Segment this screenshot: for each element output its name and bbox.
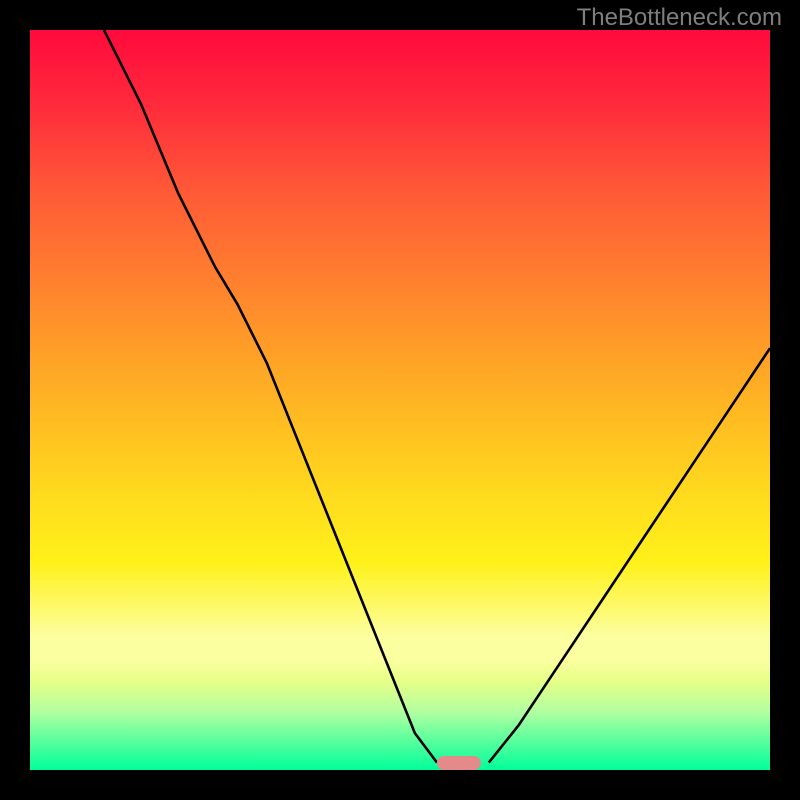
left-curve-path: [104, 30, 437, 763]
chart-plot-area: [30, 30, 770, 770]
right-curve-path: [489, 348, 770, 762]
chart-curves-svg: [30, 30, 770, 770]
watermark-text: TheBottleneck.com: [577, 4, 782, 32]
bottleneck-marker: [437, 756, 481, 770]
